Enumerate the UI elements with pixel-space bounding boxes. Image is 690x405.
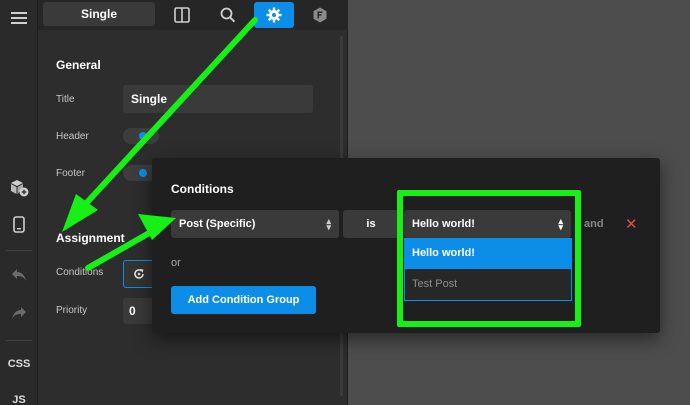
arrow-to-condition-type <box>85 225 161 271</box>
arrow-to-assignment <box>77 17 258 213</box>
annotation-arrows <box>62 17 258 271</box>
